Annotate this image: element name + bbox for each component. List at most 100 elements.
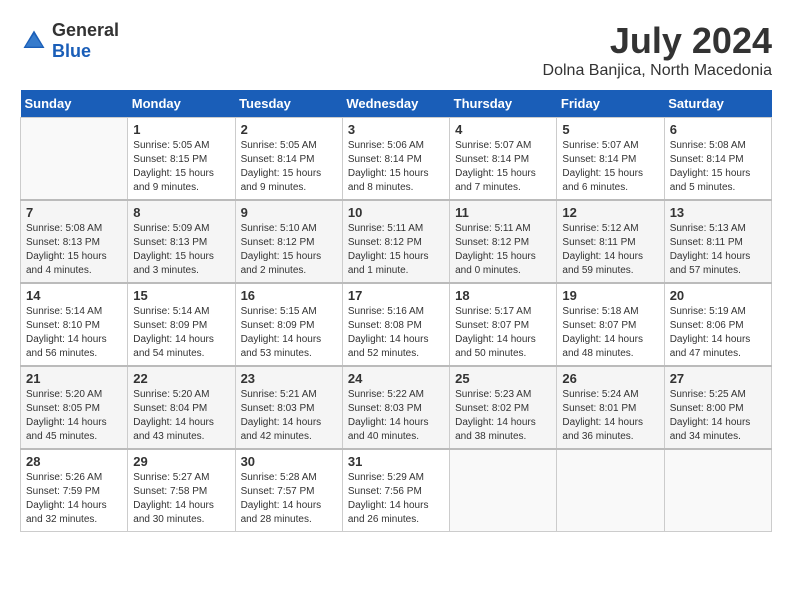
calendar-cell: 25 Sunrise: 5:23 AMSunset: 8:02 PMDayligh… [450, 366, 557, 449]
day-info: Sunrise: 5:20 AMSunset: 8:05 PMDaylight:… [26, 388, 122, 444]
day-number: 25 [455, 371, 551, 386]
day-number: 30 [241, 454, 337, 469]
calendar-cell: 19 Sunrise: 5:18 AMSunset: 8:07 PMDayligh… [557, 283, 664, 366]
weekday-header-wednesday: Wednesday [342, 90, 449, 118]
day-info: Sunrise: 5:05 AMSunset: 8:15 PMDaylight:… [133, 139, 229, 195]
calendar-cell: 10Sunrise: 5:11 AMSunset: 8:12 PMDayligh… [342, 200, 449, 283]
day-number: 2 [241, 122, 337, 137]
day-number: 5 [562, 122, 658, 137]
calendar-cell: 29 Sunrise: 5:27 AMSunset: 7:58 PMDayligh… [128, 449, 235, 532]
day-info: Sunrise: 5:12 AMSunset: 8:11 PMDaylight:… [562, 222, 658, 278]
day-info: Sunrise: 5:08 AMSunset: 8:14 PMDaylight:… [670, 139, 766, 195]
calendar-cell: 30 Sunrise: 5:28 AMSunset: 7:57 PMDayligh… [235, 449, 342, 532]
day-info: Sunrise: 5:06 AMSunset: 8:14 PMDaylight:… [348, 139, 444, 195]
day-info: Sunrise: 5:16 AMSunset: 8:08 PMDaylight:… [348, 305, 444, 361]
logo-blue: Blue [52, 41, 91, 61]
day-number: 14 [26, 288, 122, 303]
day-number: 28 [26, 454, 122, 469]
day-info: Sunrise: 5:25 AMSunset: 8:00 PMDaylight:… [670, 388, 766, 444]
day-number: 29 [133, 454, 229, 469]
calendar-cell [664, 449, 771, 532]
day-number: 18 [455, 288, 551, 303]
week-row-1: 1 Sunrise: 5:05 AMSunset: 8:15 PMDaylight… [21, 118, 772, 201]
day-info: Sunrise: 5:11 AMSunset: 8:12 PMDaylight:… [348, 222, 444, 278]
calendar-cell: 23Sunrise: 5:21 AMSunset: 8:03 PMDayligh… [235, 366, 342, 449]
day-number: 20 [670, 288, 766, 303]
day-number: 3 [348, 122, 444, 137]
calendar-table: SundayMondayTuesdayWednesdayThursdayFrid… [20, 90, 772, 532]
calendar-subtitle: Dolna Banjica, North Macedonia [543, 62, 772, 80]
day-number: 13 [670, 205, 766, 220]
day-info: Sunrise: 5:07 AMSunset: 8:14 PMDaylight:… [455, 139, 551, 195]
calendar-cell: 20 Sunrise: 5:19 AMSunset: 8:06 PMDayligh… [664, 283, 771, 366]
day-number: 9 [241, 205, 337, 220]
calendar-cell: 3 Sunrise: 5:06 AMSunset: 8:14 PMDaylight… [342, 118, 449, 201]
calendar-cell: 22 Sunrise: 5:20 AMSunset: 8:04 PMDayligh… [128, 366, 235, 449]
day-info: Sunrise: 5:13 AMSunset: 8:11 PMDaylight:… [670, 222, 766, 278]
calendar-cell: 7Sunrise: 5:08 AMSunset: 8:13 PMDaylight… [21, 200, 128, 283]
weekday-header-saturday: Saturday [664, 90, 771, 118]
day-info: Sunrise: 5:07 AMSunset: 8:14 PMDaylight:… [562, 139, 658, 195]
weekday-header-sunday: Sunday [21, 90, 128, 118]
calendar-cell: 18Sunrise: 5:17 AMSunset: 8:07 PMDayligh… [450, 283, 557, 366]
day-info: Sunrise: 5:27 AMSunset: 7:58 PMDaylight:… [133, 471, 229, 527]
day-number: 15 [133, 288, 229, 303]
day-info: Sunrise: 5:10 AMSunset: 8:12 PMDaylight:… [241, 222, 337, 278]
calendar-cell: 17 Sunrise: 5:16 AMSunset: 8:08 PMDayligh… [342, 283, 449, 366]
day-info: Sunrise: 5:05 AMSunset: 8:14 PMDaylight:… [241, 139, 337, 195]
day-number: 6 [670, 122, 766, 137]
day-info: Sunrise: 5:09 AMSunset: 8:13 PMDaylight:… [133, 222, 229, 278]
day-number: 1 [133, 122, 229, 137]
week-row-4: 21 Sunrise: 5:20 AMSunset: 8:05 PMDayligh… [21, 366, 772, 449]
calendar-cell [450, 449, 557, 532]
day-info: Sunrise: 5:26 AMSunset: 7:59 PMDaylight:… [26, 471, 122, 527]
logo-icon [20, 27, 48, 55]
day-number: 22 [133, 371, 229, 386]
calendar-cell: 4 Sunrise: 5:07 AMSunset: 8:14 PMDaylight… [450, 118, 557, 201]
day-info: Sunrise: 5:18 AMSunset: 8:07 PMDaylight:… [562, 305, 658, 361]
day-info: Sunrise: 5:24 AMSunset: 8:01 PMDaylight:… [562, 388, 658, 444]
calendar-cell: 16 Sunrise: 5:15 AMSunset: 8:09 PMDayligh… [235, 283, 342, 366]
day-info: Sunrise: 5:20 AMSunset: 8:04 PMDaylight:… [133, 388, 229, 444]
weekday-header-tuesday: Tuesday [235, 90, 342, 118]
day-number: 26 [562, 371, 658, 386]
day-number: 12 [562, 205, 658, 220]
week-row-5: 28 Sunrise: 5:26 AMSunset: 7:59 PMDayligh… [21, 449, 772, 532]
calendar-cell: 21 Sunrise: 5:20 AMSunset: 8:05 PMDayligh… [21, 366, 128, 449]
calendar-cell: 31Sunrise: 5:29 AMSunset: 7:56 PMDayligh… [342, 449, 449, 532]
day-number: 31 [348, 454, 444, 469]
day-info: Sunrise: 5:23 AMSunset: 8:02 PMDaylight:… [455, 388, 551, 444]
calendar-cell: 5 Sunrise: 5:07 AMSunset: 8:14 PMDaylight… [557, 118, 664, 201]
day-number: 11 [455, 205, 551, 220]
day-info: Sunrise: 5:28 AMSunset: 7:57 PMDaylight:… [241, 471, 337, 527]
calendar-cell: 11 Sunrise: 5:11 AMSunset: 8:12 PMDayligh… [450, 200, 557, 283]
calendar-cell: 26 Sunrise: 5:24 AMSunset: 8:01 PMDayligh… [557, 366, 664, 449]
page-header: General Blue July 2024 Dolna Banjica, No… [20, 20, 772, 80]
day-number: 19 [562, 288, 658, 303]
calendar-cell: 8 Sunrise: 5:09 AMSunset: 8:13 PMDaylight… [128, 200, 235, 283]
calendar-cell: 6 Sunrise: 5:08 AMSunset: 8:14 PMDaylight… [664, 118, 771, 201]
weekday-header-row: SundayMondayTuesdayWednesdayThursdayFrid… [21, 90, 772, 118]
calendar-cell: 15Sunrise: 5:14 AMSunset: 8:09 PMDayligh… [128, 283, 235, 366]
calendar-cell [557, 449, 664, 532]
day-number: 8 [133, 205, 229, 220]
logo: General Blue [20, 20, 119, 62]
day-number: 4 [455, 122, 551, 137]
day-info: Sunrise: 5:08 AMSunset: 8:13 PMDaylight:… [26, 222, 122, 278]
calendar-cell: 2 Sunrise: 5:05 AMSunset: 8:14 PMDaylight… [235, 118, 342, 201]
logo-general: General [52, 20, 119, 40]
calendar-cell: 1 Sunrise: 5:05 AMSunset: 8:15 PMDaylight… [128, 118, 235, 201]
week-row-2: 7Sunrise: 5:08 AMSunset: 8:13 PMDaylight… [21, 200, 772, 283]
weekday-header-monday: Monday [128, 90, 235, 118]
day-number: 17 [348, 288, 444, 303]
calendar-cell: 27Sunrise: 5:25 AMSunset: 8:00 PMDayligh… [664, 366, 771, 449]
day-info: Sunrise: 5:19 AMSunset: 8:06 PMDaylight:… [670, 305, 766, 361]
day-number: 21 [26, 371, 122, 386]
calendar-cell [21, 118, 128, 201]
weekday-header-friday: Friday [557, 90, 664, 118]
day-info: Sunrise: 5:15 AMSunset: 8:09 PMDaylight:… [241, 305, 337, 361]
weekday-header-thursday: Thursday [450, 90, 557, 118]
day-number: 16 [241, 288, 337, 303]
calendar-cell: 9 Sunrise: 5:10 AMSunset: 8:12 PMDaylight… [235, 200, 342, 283]
day-info: Sunrise: 5:11 AMSunset: 8:12 PMDaylight:… [455, 222, 551, 278]
